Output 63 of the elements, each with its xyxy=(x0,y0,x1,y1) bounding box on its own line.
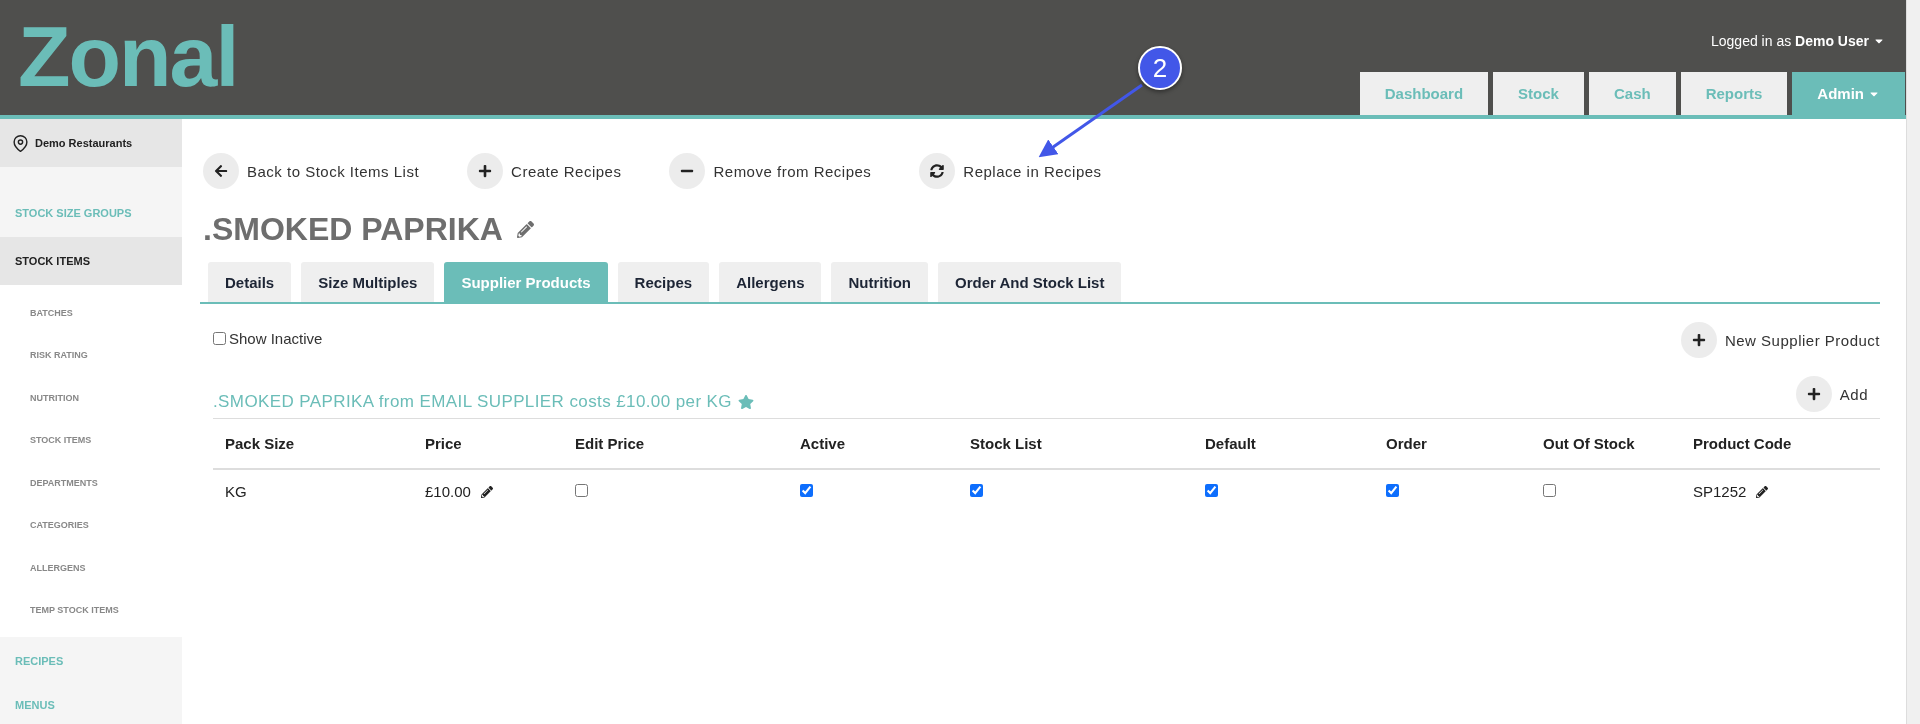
column-header: Order xyxy=(1374,418,1531,469)
tab[interactable]: Details xyxy=(208,262,292,302)
tab[interactable]: Recipes xyxy=(617,262,710,302)
action-link[interactable]: Remove from Recipes xyxy=(669,153,872,189)
column-header: Price xyxy=(413,418,563,469)
sidebar-item[interactable]: STOCK SIZE GROUPS xyxy=(0,189,182,238)
checkbox[interactable] xyxy=(800,484,813,497)
column-header: Edit Price xyxy=(563,418,788,469)
checkbox-label: Show Inactive xyxy=(229,330,323,347)
checkbox[interactable] xyxy=(213,332,226,345)
column-header: Default xyxy=(1193,418,1374,469)
action-link[interactable]: New Supplier Product xyxy=(1680,322,1880,358)
action-link[interactable]: Create Recipes xyxy=(467,153,622,189)
pencil-icon[interactable] xyxy=(1756,485,1769,498)
nav-tab[interactable]: Cash xyxy=(1588,72,1676,115)
sidebar-subitem[interactable]: NUTRITION xyxy=(0,376,182,419)
nav-tab[interactable]: Reports xyxy=(1680,72,1788,115)
plus-icon xyxy=(1806,387,1821,401)
plus-icon xyxy=(1691,333,1706,347)
pencil-icon[interactable] xyxy=(480,485,493,498)
user-menu[interactable]: Logged in as Demo User xyxy=(1711,33,1885,49)
sidebar-subitem[interactable]: STOCK ITEMS xyxy=(0,418,182,462)
tab[interactable]: Allergens xyxy=(719,262,822,302)
sidebar-subitem[interactable]: BATCHES xyxy=(0,291,182,334)
table-cell: £10.00 xyxy=(425,483,471,500)
tab[interactable]: Nutrition xyxy=(831,262,928,302)
column-header: Product Code xyxy=(1681,418,1880,469)
sidebar-item[interactable]: MENUS xyxy=(0,685,182,724)
sidebar-item[interactable]: STOCK ITEMS xyxy=(0,237,182,286)
action-link[interactable]: Replace in Recipes xyxy=(919,153,1102,189)
page-title: .SMOKED PAPRIKA xyxy=(203,211,503,248)
map-pin-icon xyxy=(12,134,29,152)
arrow-left-icon xyxy=(214,164,228,178)
column-header: Stock List xyxy=(958,418,1193,469)
sidebar-item[interactable]: RECIPES xyxy=(0,637,182,686)
location-selector[interactable]: Demo Restaurants xyxy=(0,119,182,168)
logo[interactable]: Zonal xyxy=(18,16,238,98)
sidebar-subitem[interactable]: DEPARTMENTS xyxy=(0,461,182,504)
column-header: Pack Size xyxy=(213,418,413,469)
tab[interactable]: Size Multiples xyxy=(301,262,435,302)
checkbox[interactable] xyxy=(1386,484,1399,497)
nav-tab[interactable]: Admin xyxy=(1792,72,1905,115)
sidebar-subitem[interactable]: TEMP STOCK ITEMS xyxy=(0,588,182,632)
checkbox[interactable] xyxy=(575,484,588,497)
supplier-summary: .SMOKED PAPRIKA from EMAIL SUPPLIER costs £10.00 per KG xyxy=(213,392,732,412)
table-cell: SP1252 xyxy=(1693,483,1747,500)
tab[interactable]: Supplier Products xyxy=(444,262,608,302)
sidebar-subitem[interactable]: CATEGORIES xyxy=(0,503,182,547)
column-header: Active xyxy=(788,418,958,469)
checkbox[interactable] xyxy=(1543,484,1556,497)
table-cell: KG xyxy=(225,483,247,500)
checkbox[interactable] xyxy=(1205,484,1218,497)
plus-icon xyxy=(478,164,493,178)
checkbox[interactable] xyxy=(970,484,983,497)
action-link[interactable]: Back to Stock Items List xyxy=(203,153,420,189)
refresh-icon xyxy=(930,164,945,178)
column-header: Out Of Stock xyxy=(1531,418,1681,469)
tab[interactable]: Order And Stock List xyxy=(937,262,1122,302)
sidebar-subitem[interactable]: RISK RATING xyxy=(0,333,182,377)
nav-tab[interactable]: Dashboard xyxy=(1359,72,1489,115)
scrollbar[interactable] xyxy=(1906,0,1920,724)
nav-tab[interactable]: Stock xyxy=(1493,72,1584,115)
sidebar-subitem[interactable]: ALLERGENS xyxy=(0,546,182,589)
